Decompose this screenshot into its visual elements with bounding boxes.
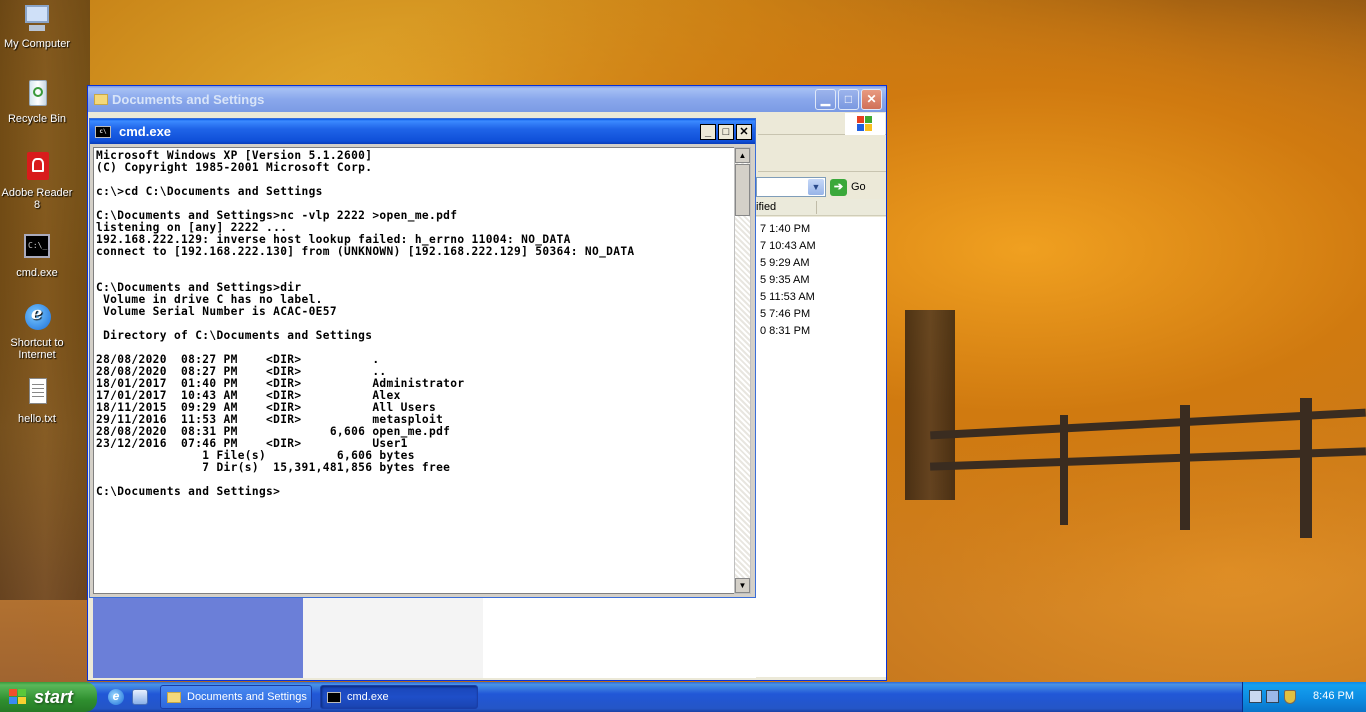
- minimize-button[interactable]: _: [700, 123, 716, 140]
- desktop-icon-recycle-bin[interactable]: Recycle Bin: [0, 78, 74, 125]
- taskbar-button-explorer[interactable]: Documents and Settings: [160, 685, 312, 709]
- console-line: Volume Serial Number is ACAC-0E57: [96, 305, 337, 318]
- system-tray: 8:46 PM: [1242, 682, 1366, 712]
- desktop-icon-internet[interactable]: e Shortcut to Internet: [0, 302, 74, 361]
- console-output[interactable]: Microsoft Windows XP [Version 5.1.2600](…: [93, 147, 736, 594]
- column-header-date-modified[interactable]: ified: [756, 199, 886, 216]
- list-item[interactable]: 7 1:40 PM: [760, 221, 816, 238]
- list-item[interactable]: 5 9:29 AM: [760, 255, 816, 272]
- text-file-icon: [21, 378, 53, 410]
- quick-launch-ie-icon[interactable]: e: [108, 689, 124, 705]
- file-list: 7 1:40 PM 7 10:43 AM 5 9:29 AM 5 9:35 AM…: [756, 217, 886, 677]
- scroll-down-arrow-icon[interactable]: ▼: [735, 578, 750, 593]
- explorer-content-area: [483, 598, 756, 678]
- console-line: (C) Copyright 1985-2001 Microsoft Corp.: [96, 161, 373, 174]
- desktop-icon-hello-txt[interactable]: hello.txt: [0, 378, 74, 425]
- list-item[interactable]: 5 11:53 AM: [760, 289, 816, 306]
- close-button[interactable]: ✕: [861, 88, 882, 110]
- console-icon: c\: [95, 125, 111, 138]
- close-button[interactable]: ✕: [736, 123, 752, 140]
- desktop-icon-label: Adobe Reader 8: [1, 187, 73, 211]
- windows-flag-icon: [9, 689, 27, 705]
- scroll-thumb[interactable]: [735, 164, 750, 216]
- start-button[interactable]: start: [0, 682, 97, 712]
- desktop-icon-my-computer[interactable]: My Computer: [0, 3, 74, 50]
- network-icon[interactable]: [1249, 690, 1262, 703]
- windows-logo-icon: [845, 113, 885, 135]
- recycle-bin-icon: [21, 78, 53, 110]
- explorer-toolbar: [758, 136, 886, 172]
- fence-post: [1060, 415, 1068, 525]
- folder-icon: [94, 93, 108, 105]
- desktop-icon-label: cmd.exe: [16, 267, 58, 279]
- folder-icon: [167, 691, 181, 703]
- list-item[interactable]: 7 10:43 AM: [760, 238, 816, 255]
- minimize-button[interactable]: ▁: [815, 88, 836, 110]
- maximize-button[interactable]: □: [718, 123, 734, 140]
- desktop-icon-label: Shortcut to Internet: [10, 337, 64, 361]
- go-label: Go: [851, 181, 866, 193]
- quick-launch-explorer-icon[interactable]: [132, 689, 148, 705]
- chevron-down-icon[interactable]: ▼: [808, 179, 824, 195]
- taskbar-button-label: Documents and Settings: [187, 691, 307, 703]
- address-bar[interactable]: ▼: [756, 177, 826, 197]
- internet-explorer-icon: e: [21, 302, 53, 334]
- maximize-button[interactable]: □: [838, 88, 859, 110]
- modified-column-values: 7 1:40 PM 7 10:43 AM 5 9:29 AM 5 9:35 AM…: [760, 221, 816, 340]
- console-line: 7 Dir(s) 15,391,481,856 bytes free: [96, 461, 451, 474]
- go-arrow-icon: ➔: [830, 178, 847, 196]
- explorer-task-pane: [93, 598, 303, 678]
- desktop-icon-label: Recycle Bin: [7, 113, 67, 125]
- vertical-scrollbar[interactable]: ▲ ▼: [734, 147, 751, 594]
- console-line: c:\>cd C:\Documents and Settings: [96, 185, 323, 198]
- clock[interactable]: 8:46 PM: [1313, 690, 1354, 702]
- cmd-title-bar[interactable]: c\ cmd.exe _ □ ✕: [90, 119, 755, 144]
- tree-trunk: [905, 310, 955, 500]
- desktop-icon-label: hello.txt: [18, 413, 56, 425]
- desktop-icon-adobe-reader[interactable]: Adobe Reader 8: [0, 152, 74, 211]
- console-icon: C:\_: [21, 232, 53, 264]
- explorer-content-area: [303, 598, 483, 678]
- console-line: C:\Documents and Settings>: [96, 485, 281, 498]
- cmd-window: c\ cmd.exe _ □ ✕ Microsoft Windows XP [V…: [89, 118, 756, 598]
- fence-post: [1180, 405, 1190, 530]
- console-line: Directory of C:\Documents and Settings: [96, 329, 373, 342]
- desktop-icon-label: My Computer: [3, 38, 71, 50]
- explorer-title-bar[interactable]: Documents and Settings ▁ □ ✕: [88, 86, 886, 112]
- taskbar-button-cmd[interactable]: cmd.exe: [320, 685, 478, 709]
- desktop-icon-cmd[interactable]: C:\_ cmd.exe: [0, 232, 74, 279]
- list-item[interactable]: 5 7:46 PM: [760, 306, 816, 323]
- console-text: Microsoft Windows XP [Version 5.1.2600](…: [94, 148, 735, 498]
- taskbar-button-label: cmd.exe: [347, 691, 389, 703]
- fence-post: [1300, 398, 1312, 538]
- list-item[interactable]: 0 8:31 PM: [760, 323, 816, 340]
- console-line: connect to [192.168.222.130] from (UNKNO…: [96, 245, 635, 258]
- taskbar: start e Documents and Settings cmd.exe 8…: [0, 682, 1366, 712]
- scroll-up-arrow-icon[interactable]: ▲: [735, 148, 750, 163]
- explorer-title: Documents and Settings: [112, 91, 265, 107]
- go-button[interactable]: ➔ Go: [830, 177, 875, 197]
- display-icon[interactable]: [1266, 690, 1279, 703]
- list-item[interactable]: 5 9:35 AM: [760, 272, 816, 289]
- computer-icon: [21, 3, 53, 35]
- cmd-title: cmd.exe: [119, 124, 172, 139]
- pdf-icon: [21, 152, 53, 184]
- start-label: start: [34, 686, 74, 707]
- security-shield-icon[interactable]: [1284, 690, 1296, 704]
- console-icon: [327, 691, 341, 703]
